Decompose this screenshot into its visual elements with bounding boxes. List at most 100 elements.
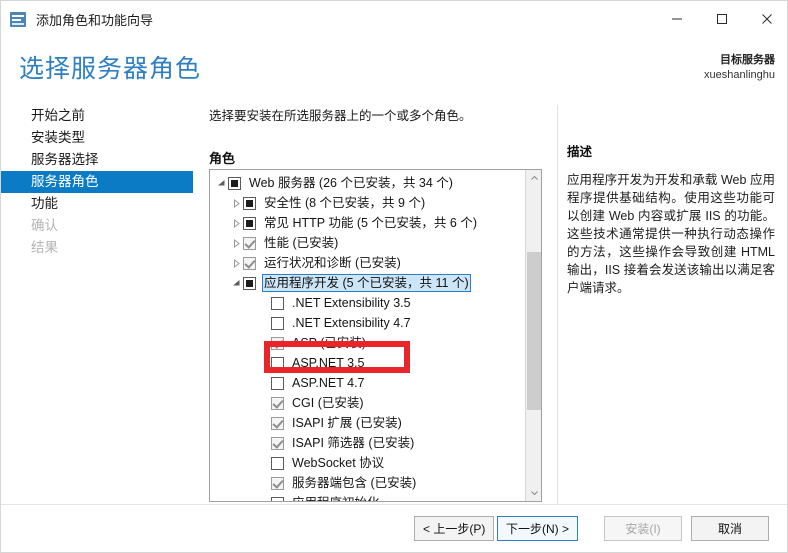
tree-row-label: ASP.NET 3.5 bbox=[292, 356, 365, 370]
tree-row[interactable]: 运行状况和诊断 (已安装) bbox=[210, 253, 526, 273]
pane-divider bbox=[557, 105, 558, 505]
checkbox-checked[interactable] bbox=[271, 476, 284, 490]
tree-row-label: 应用程序开发 (5 个已安装，共 11 个) bbox=[262, 274, 471, 292]
arrow-spacer bbox=[258, 353, 271, 373]
checkbox-checked[interactable] bbox=[243, 236, 256, 250]
page-title: 选择服务器角色 bbox=[19, 55, 202, 83]
checkbox-empty[interactable] bbox=[271, 356, 284, 370]
checkbox-checked[interactable] bbox=[271, 336, 284, 350]
tree-row[interactable]: 应用程序初始化 bbox=[210, 493, 526, 501]
tree-row[interactable]: 服务器端包含 (已安装) bbox=[210, 473, 526, 493]
roles-tree-box[interactable]: Web 服务器 (26 个已安装，共 34 个) 安全性 (8 个已安装，共 9 … bbox=[209, 169, 542, 502]
scroll-down-icon[interactable] bbox=[526, 484, 541, 501]
tree-row[interactable]: Web 服务器 (26 个已安装，共 34 个) bbox=[210, 173, 526, 193]
chevron-down-icon[interactable] bbox=[230, 273, 243, 293]
roles-tree[interactable]: Web 服务器 (26 个已安装，共 34 个) 安全性 (8 个已安装，共 9 … bbox=[210, 173, 526, 501]
tree-row[interactable]: ASP (已安装) bbox=[210, 333, 526, 353]
tree-row-label: ISAPI 扩展 (已安装) bbox=[292, 416, 402, 430]
tree-row-label: .NET Extensibility 4.7 bbox=[292, 316, 411, 330]
sidebar-item-3[interactable]: 服务器角色 bbox=[1, 171, 193, 193]
previous-button-label: < 上一步(P) bbox=[423, 522, 486, 536]
tree-row-label: ASP (已安装) bbox=[292, 336, 367, 350]
tree-row[interactable]: 安全性 (8 个已安装，共 9 个) bbox=[210, 193, 526, 213]
arrow-spacer bbox=[258, 433, 271, 453]
next-button-label: 下一步(N) > bbox=[506, 522, 570, 536]
tree-row-label: ASP.NET 4.7 bbox=[292, 376, 365, 390]
wizard-footer: < 上一步(P) 下一步(N) > 安装(I) 取消 bbox=[1, 504, 787, 552]
maximize-icon[interactable] bbox=[699, 1, 744, 37]
tree-row[interactable]: .NET Extensibility 3.5 bbox=[210, 293, 526, 313]
tree-row[interactable]: CGI (已安装) bbox=[210, 393, 526, 413]
tree-row-label: 常见 HTTP 功能 (5 个已安装，共 6 个) bbox=[264, 216, 477, 230]
previous-button[interactable]: < 上一步(P) bbox=[414, 516, 495, 541]
scroll-up-icon[interactable] bbox=[526, 170, 541, 187]
chevron-right-icon[interactable] bbox=[230, 233, 243, 253]
checkbox-partial[interactable] bbox=[243, 216, 256, 230]
sidebar-item-4[interactable]: 功能 bbox=[1, 193, 193, 215]
sidebar-item-0[interactable]: 开始之前 bbox=[1, 105, 193, 127]
add-roles-wizard-window: 添加角色和功能向导 选择服务器角色 目标服务器 xueshanlinghu 开始… bbox=[0, 0, 788, 553]
tree-row[interactable]: .NET Extensibility 4.7 bbox=[210, 313, 526, 333]
tree-row[interactable]: ASP.NET 4.7 bbox=[210, 373, 526, 393]
tree-row-label: ISAPI 筛选器 (已安装) bbox=[292, 436, 415, 450]
tree-row[interactable]: 应用程序开发 (5 个已安装，共 11 个) bbox=[210, 273, 526, 293]
checkbox-checked[interactable] bbox=[271, 396, 284, 410]
page-header: 选择服务器角色 目标服务器 xueshanlinghu bbox=[1, 37, 787, 99]
tree-row[interactable]: 常见 HTTP 功能 (5 个已安装，共 6 个) bbox=[210, 213, 526, 233]
arrow-spacer bbox=[258, 413, 271, 433]
checkbox-partial[interactable] bbox=[243, 276, 256, 290]
window-controls bbox=[654, 1, 787, 37]
checkbox-partial[interactable] bbox=[228, 176, 241, 190]
tree-row-label: WebSocket 协议 bbox=[292, 456, 385, 470]
next-button[interactable]: 下一步(N) > bbox=[497, 516, 579, 541]
tree-row-label: 性能 (已安装) bbox=[264, 236, 339, 250]
tree-row[interactable]: ISAPI 筛选器 (已安装) bbox=[210, 433, 526, 453]
description-pane: 描述 应用程序开发为开发和承载 Web 应用程序提供基础结构。使用这些功能可以创… bbox=[567, 141, 775, 297]
chevron-right-icon[interactable] bbox=[230, 193, 243, 213]
checkbox-empty[interactable] bbox=[271, 316, 284, 330]
minimize-icon[interactable] bbox=[654, 1, 699, 37]
target-server-name: xueshanlinghu bbox=[704, 68, 775, 81]
arrow-spacer bbox=[258, 493, 271, 501]
sidebar-item-1[interactable]: 安装类型 bbox=[1, 127, 193, 149]
roles-section-label: 角色 bbox=[209, 151, 236, 166]
tree-row-label: 安全性 (8 个已安装，共 9 个) bbox=[264, 196, 426, 210]
tree-row[interactable]: WebSocket 协议 bbox=[210, 453, 526, 473]
arrow-spacer bbox=[258, 293, 271, 313]
roles-tree-scrollbar[interactable] bbox=[525, 170, 541, 501]
checkbox-empty[interactable] bbox=[271, 376, 284, 390]
tree-row[interactable]: 性能 (已安装) bbox=[210, 233, 526, 253]
chevron-right-icon[interactable] bbox=[230, 253, 243, 273]
description-body: 应用程序开发为开发和承载 Web 应用程序提供基础结构。使用这些功能可以创建 W… bbox=[567, 173, 775, 295]
chevron-down-icon[interactable] bbox=[215, 173, 228, 193]
tree-row-label: 服务器端包含 (已安装) bbox=[292, 476, 417, 490]
install-button: 安装(I) bbox=[604, 516, 682, 541]
arrow-spacer bbox=[258, 313, 271, 333]
server-wizard-icon bbox=[10, 11, 27, 28]
chevron-right-icon[interactable] bbox=[230, 213, 243, 233]
tree-row-label: 运行状况和诊断 (已安装) bbox=[264, 256, 401, 270]
tree-row[interactable]: ISAPI 扩展 (已安装) bbox=[210, 413, 526, 433]
arrow-spacer bbox=[258, 333, 271, 353]
close-icon[interactable] bbox=[744, 1, 787, 37]
arrow-spacer bbox=[258, 373, 271, 393]
checkbox-empty[interactable] bbox=[271, 496, 284, 501]
cancel-button[interactable]: 取消 bbox=[691, 516, 769, 541]
main-pane: 选择要安装在所选服务器上的一个或多个角色。 角色 bbox=[209, 105, 549, 175]
install-button-label: 安装(I) bbox=[625, 522, 661, 536]
tree-row-label: CGI (已安装) bbox=[292, 396, 364, 410]
scrollbar-thumb[interactable] bbox=[527, 252, 541, 410]
arrow-spacer bbox=[258, 453, 271, 473]
instruction-text: 选择要安装在所选服务器上的一个或多个角色。 bbox=[209, 109, 472, 123]
checkbox-empty[interactable] bbox=[271, 456, 284, 470]
tree-row-label: .NET Extensibility 3.5 bbox=[292, 296, 411, 310]
checkbox-partial[interactable] bbox=[243, 196, 256, 210]
tree-row[interactable]: ASP.NET 3.5 bbox=[210, 353, 526, 373]
checkbox-checked[interactable] bbox=[271, 436, 284, 450]
wizard-sidebar: 开始之前 安装类型 服务器选择 服务器角色 功能 确认 结果 bbox=[1, 105, 193, 505]
checkbox-checked[interactable] bbox=[271, 416, 284, 430]
sidebar-item-5: 确认 bbox=[31, 218, 58, 233]
checkbox-empty[interactable] bbox=[271, 296, 284, 310]
sidebar-item-2[interactable]: 服务器选择 bbox=[1, 149, 193, 171]
checkbox-checked[interactable] bbox=[243, 256, 256, 270]
